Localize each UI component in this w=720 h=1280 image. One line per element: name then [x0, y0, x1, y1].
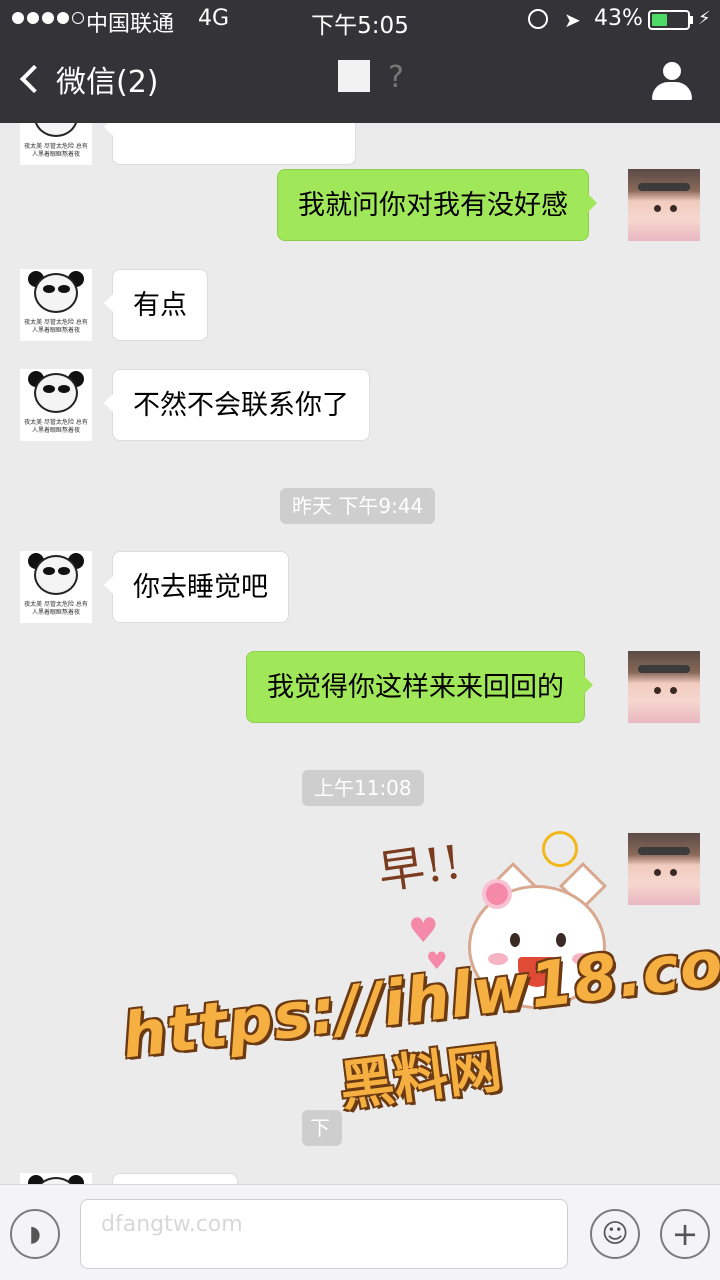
status-bar: 中国联通 4G 下午5:05 ➤ 43% ⚡ — [0, 0, 720, 40]
timestamp: 昨天 下午9:44 — [280, 488, 436, 524]
location-icon: ➤ — [564, 8, 581, 32]
battery-percentage: 43% — [594, 6, 643, 31]
contact-avatar[interactable]: 夜太美 尽管太危险 总有人黑着眼眶熬着夜 — [20, 269, 92, 341]
outgoing-bubble[interactable]: 我就问你对我有没好感 — [277, 169, 597, 241]
charging-icon: ⚡ — [698, 8, 711, 29]
emoji-button[interactable]: ☺ — [590, 1209, 640, 1259]
contact-avatar[interactable]: 夜太美 尽管太危险 总有人黑着眼眶熬着夜 — [20, 369, 92, 441]
incoming-bubble[interactable]: 有点 — [104, 269, 208, 341]
chat-title-fragment: ? — [388, 60, 404, 95]
outgoing-bubble[interactable]: 我觉得你这样来来回回的 — [246, 651, 593, 723]
navigation-bar: 微信(2) ? — [0, 40, 720, 123]
sticker-text: 早!! — [375, 834, 465, 900]
chat-title-redacted — [338, 60, 370, 92]
top-bar: 中国联通 4G 下午5:05 ➤ 43% ⚡ 微信(2) ? — [0, 0, 720, 123]
timestamp: 下 — [302, 1110, 342, 1146]
cat-sticker[interactable]: 早!! ♥ ♥ — [370, 823, 700, 1143]
avatar-caption: 夜太美 尽管太危险 总有人黑着眼眶熬着夜 — [24, 319, 88, 334]
chevron-left-icon — [19, 64, 49, 94]
input-bar: ◗ dfangtw.com ☺ + — [0, 1184, 720, 1280]
plus-icon: + — [671, 1215, 699, 1253]
heart-icon: ♥ — [408, 911, 439, 951]
avatar-caption: 夜太美 尽管太危险 总有人黑着眼眶熬着夜 — [24, 419, 88, 434]
my-avatar[interactable] — [628, 651, 700, 723]
rotation-lock-icon — [528, 9, 548, 29]
more-options-button[interactable]: + — [660, 1209, 710, 1259]
voice-icon: ◗ — [29, 1221, 41, 1247]
emoji-icon: ☺ — [601, 1219, 629, 1249]
chat-area[interactable]: 夜太美 尽管太危险 总有人黑着眼眶熬着夜 我就问你对我有没好感 夜太美 尽管太危… — [0, 123, 720, 1184]
contact-avatar[interactable]: 夜太美 尽管太危险 总有人黑着眼眶熬着夜 — [20, 123, 92, 165]
incoming-bubble-partial[interactable] — [112, 1173, 238, 1184]
incoming-bubble[interactable]: 你去睡觉吧 — [104, 551, 289, 623]
contact-profile-icon[interactable] — [652, 62, 692, 102]
back-button[interactable]: 微信(2) — [16, 54, 159, 104]
battery-tip — [690, 16, 693, 24]
sun-icon — [542, 831, 578, 867]
message-input[interactable]: dfangtw.com — [80, 1199, 568, 1269]
avatar-caption: 夜太美 尽管太危险 总有人黑着眼眶熬着夜 — [24, 143, 88, 158]
incoming-bubble-partial[interactable] — [104, 123, 356, 165]
timestamp: 上午11:08 — [302, 770, 424, 806]
contact-avatar[interactable] — [20, 1173, 92, 1184]
flower-icon — [482, 879, 512, 909]
contact-avatar[interactable]: 夜太美 尽管太危险 总有人黑着眼眶熬着夜 — [20, 551, 92, 623]
heart-icon: ♥ — [426, 947, 448, 975]
avatar-caption: 夜太美 尽管太危险 总有人黑着眼眶熬着夜 — [24, 601, 88, 616]
back-label: 微信(2) — [56, 65, 159, 100]
voice-input-button[interactable]: ◗ — [10, 1209, 60, 1259]
battery-icon — [648, 10, 690, 30]
ghost-watermark-text: dfangtw.com — [101, 1212, 243, 1237]
incoming-bubble[interactable]: 不然不会联系你了 — [104, 369, 370, 441]
my-avatar[interactable] — [628, 169, 700, 241]
